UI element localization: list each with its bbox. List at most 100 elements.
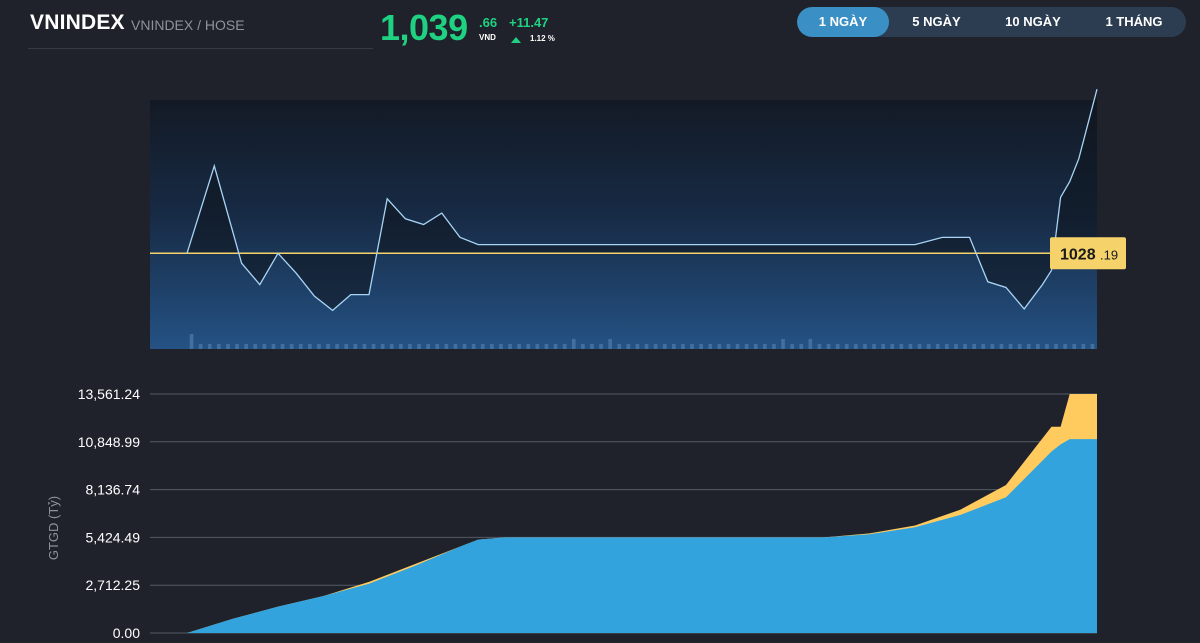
volume-bar	[1017, 344, 1022, 349]
volume-bar	[635, 344, 640, 349]
volume-bar	[399, 344, 403, 349]
volume-bar	[881, 344, 885, 349]
y-tick-label: 0.00	[113, 625, 140, 641]
volume-bar	[653, 344, 658, 349]
volume-bar	[508, 344, 512, 349]
volume-bar	[999, 344, 1004, 349]
volume-bar	[1072, 344, 1077, 349]
volume-bar	[835, 344, 840, 349]
price-chart: 1028 .19	[150, 89, 1126, 349]
volume-bar	[581, 344, 585, 349]
volume-bar	[490, 344, 494, 349]
y-tick-label: 5,424.49	[86, 529, 141, 545]
volume-bar	[699, 344, 703, 349]
volume-bar	[417, 344, 421, 349]
volume-bar	[763, 344, 767, 349]
volume-bar	[1008, 344, 1013, 349]
volume-bar	[198, 344, 203, 349]
volume-bar	[289, 344, 294, 349]
volume-bar	[626, 344, 631, 349]
volume-bar	[744, 344, 749, 349]
reference-label-dec: .19	[1100, 247, 1118, 262]
volume-bar	[872, 344, 876, 349]
volume-bar	[535, 344, 540, 349]
volume-bar	[608, 339, 612, 349]
volume-bar	[562, 344, 567, 349]
y-axis-label: GTGD (Tỷ)	[46, 496, 61, 560]
trading-value-chart: 13,561.24 10,848.99 8,136.74 5,424.49 2,712.…	[46, 386, 1097, 641]
volume-bar	[808, 339, 813, 349]
volume-bar	[371, 344, 376, 349]
reference-label-int: 1028	[1060, 246, 1096, 263]
volume-bar	[389, 344, 394, 349]
charts-canvas: 1028 .19 13,561.24 10,848.99 8,136.74 5,424.…	[46, 89, 1126, 641]
volume-bar	[644, 344, 649, 349]
volume-bar	[662, 344, 667, 349]
volume-bar	[681, 344, 685, 349]
volume-bar	[235, 344, 239, 349]
volume-bar	[972, 344, 976, 349]
volume-bar	[599, 344, 603, 349]
volume-bar	[1081, 344, 1086, 349]
volume-bar	[226, 344, 230, 349]
volume-bar	[362, 344, 367, 349]
volume-bar	[826, 344, 831, 349]
volume-bar	[526, 344, 531, 349]
volume-bar	[408, 344, 412, 349]
volume-bar	[890, 344, 895, 349]
volume-bar	[517, 344, 521, 349]
y-tick-label: 13,561.24	[78, 386, 140, 402]
volume-bar	[308, 344, 312, 349]
volume-bar	[672, 344, 676, 349]
volume-bar	[735, 344, 740, 349]
volume-bar	[435, 344, 440, 349]
volume-bar	[954, 344, 958, 349]
volume-bar	[380, 344, 385, 349]
volume-bar	[189, 334, 194, 349]
volume-bar	[244, 344, 248, 349]
volume-bar	[217, 344, 221, 349]
volume-bar	[963, 344, 967, 349]
volume-bar	[790, 344, 794, 349]
volume-bar	[690, 344, 694, 349]
volume-bar	[207, 344, 212, 349]
volume-bar	[981, 344, 986, 349]
volume-bar	[553, 344, 558, 349]
volume-bar	[917, 344, 922, 349]
volume-bar	[426, 344, 430, 349]
volume-bar	[935, 344, 940, 349]
price-area-background	[150, 100, 1097, 349]
volume-bar	[617, 344, 622, 349]
volume-bar	[480, 344, 485, 349]
volume-bar	[799, 344, 804, 349]
volume-bar	[1036, 344, 1040, 349]
volume-bar	[444, 344, 449, 349]
volume-bar	[854, 344, 858, 349]
volume-bar	[344, 344, 349, 349]
volume-bar	[317, 344, 321, 349]
y-tick-label: 2,712.25	[86, 577, 141, 593]
volume-bar	[1026, 344, 1031, 349]
volume-bar	[253, 344, 258, 349]
volume-bar	[471, 344, 476, 349]
volume-bar	[590, 344, 594, 349]
volume-bar	[1054, 344, 1058, 349]
volume-bar	[353, 344, 358, 349]
volume-bar	[335, 344, 339, 349]
volume-bar	[571, 339, 576, 349]
volume-bar	[945, 344, 949, 349]
volume-bar	[462, 344, 467, 349]
volume-bar	[499, 344, 503, 349]
volume-bar	[990, 344, 995, 349]
volume-bar	[271, 344, 276, 349]
volume-bar	[908, 344, 913, 349]
volume-bar	[717, 344, 722, 349]
volume-bar	[863, 344, 867, 349]
y-tick-label: 8,136.74	[86, 482, 141, 498]
value-area-blue	[187, 439, 1097, 633]
volume-bar	[280, 344, 285, 349]
volume-bar	[817, 344, 822, 349]
volume-bar	[326, 344, 330, 349]
volume-bar	[1045, 344, 1049, 349]
volume-bar	[1063, 344, 1067, 349]
